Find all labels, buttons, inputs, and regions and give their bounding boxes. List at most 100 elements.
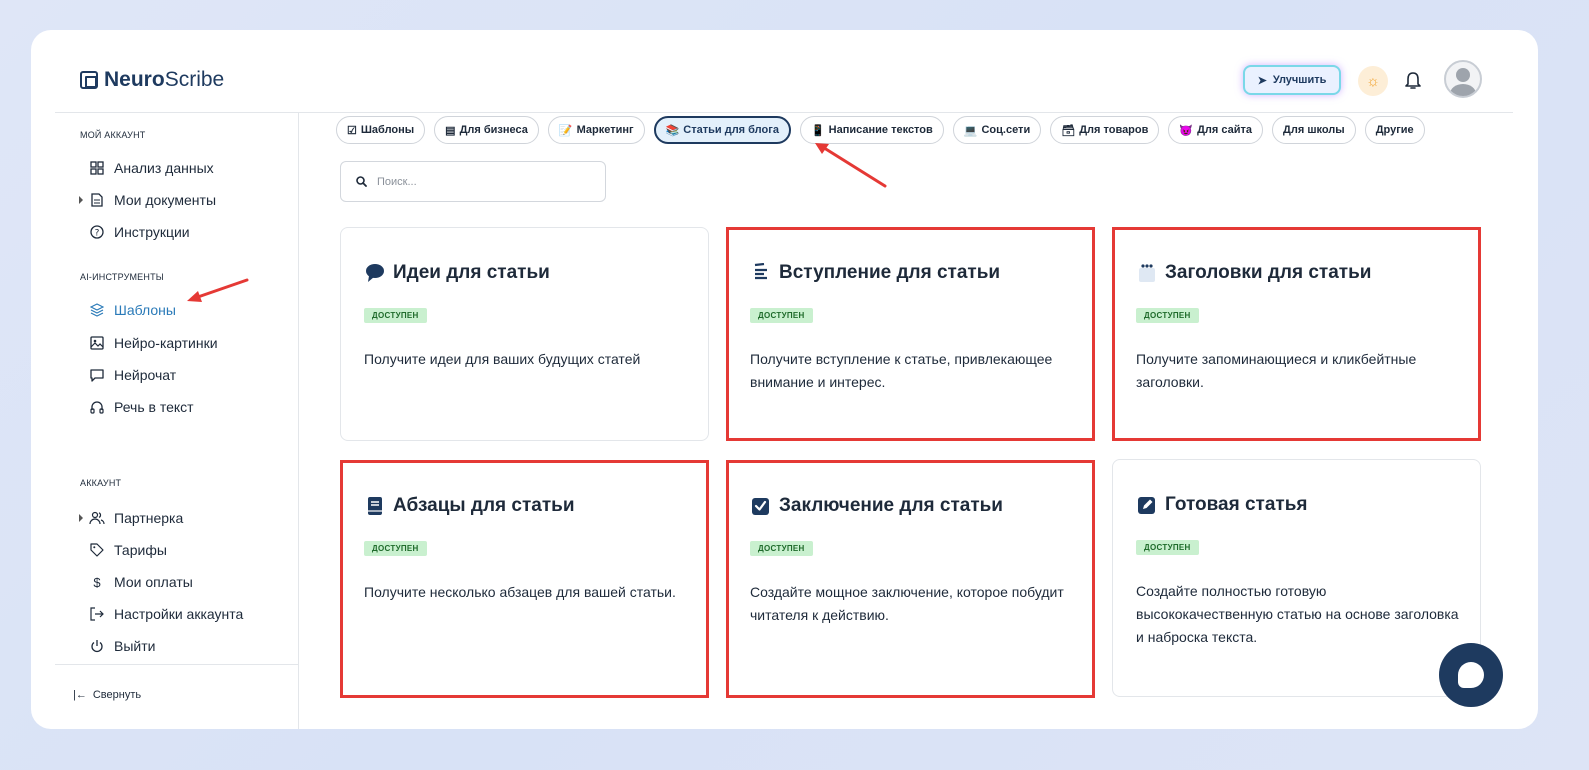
sidebar-item-label: Выйти [114, 638, 156, 654]
tab-label: Для бизнеса [459, 124, 528, 136]
sidebar-item-neuro-images[interactable]: Нейро-картинки [89, 333, 218, 353]
sidebar-item-logout[interactable]: Выйти [89, 636, 155, 656]
status-badge: ДОСТУПЕН [364, 541, 427, 556]
collapse-sidebar-button[interactable]: |← Свернуть [73, 689, 141, 701]
sidebar-item-label: Тарифы [114, 542, 167, 558]
tab-label: Для товаров [1079, 124, 1149, 136]
status-badge: ДОСТУПЕН [1136, 540, 1199, 555]
template-card-intro[interactable]: Вступление для статьи ДОСТУПЕН Получите … [726, 227, 1095, 441]
bell-icon [1405, 72, 1421, 89]
card-description: Получите вступление к статье, привлекающ… [750, 351, 1053, 390]
speech-bubble-icon [365, 263, 385, 283]
status-badge: ДОСТУПЕН [750, 541, 813, 556]
tab-marketing[interactable]: 📝 Маркетинг [547, 116, 645, 144]
logo-bold: Neuro [104, 68, 165, 91]
card-title: Абзацы для статьи [365, 495, 575, 517]
sidebar-item-label: Нейрочат [114, 367, 177, 383]
theme-toggle-button[interactable]: ☼ [1358, 66, 1388, 96]
tab-social[interactable]: 💻 Соц.сети [952, 116, 1042, 144]
card-title-text: Абзацы для статьи [393, 495, 575, 516]
login-icon [89, 606, 105, 622]
tab-label: Соц.сети [981, 124, 1031, 136]
checkbox-icon: ☑ [347, 124, 357, 137]
search-box[interactable] [340, 161, 606, 202]
annotation-arrow-sidebar [187, 278, 249, 302]
sidebar-item-my-documents[interactable]: Мои документы [79, 190, 217, 210]
template-card-ideas[interactable]: Идеи для статьи ДОСТУПЕН Получите идеи д… [340, 227, 709, 441]
tab-school[interactable]: Для школы [1272, 116, 1356, 144]
sidebar-item-tariffs[interactable]: Тарифы [89, 540, 167, 560]
caret-right-icon [79, 196, 83, 204]
upgrade-button[interactable]: ➤ Улучшить [1243, 65, 1341, 95]
tag-icon [89, 542, 105, 558]
image-icon [89, 335, 105, 351]
sidebar-item-label: Нейро-картинки [114, 335, 218, 351]
sidebar-item-label: Партнерка [114, 510, 184, 526]
search-icon [356, 176, 367, 187]
sidebar-item-partner[interactable]: Партнерка [79, 508, 184, 528]
sidebar-item-instructions[interactable]: ? Инструкции [89, 222, 190, 242]
tab-label: Шаблоны [360, 124, 415, 136]
app-window: Neuro Scribe ➤ Улучшить ☼ МОЙ АККАУНТ Ана… [31, 30, 1538, 729]
sidebar-item-account-settings[interactable]: Настройки аккаунта [89, 604, 243, 624]
help-circle-icon: ? [89, 224, 105, 240]
tab-templates[interactable]: ☑ Шаблоны [336, 116, 426, 144]
text-lines-icon [751, 263, 771, 283]
tab-website[interactable]: 😈 Для сайта [1168, 116, 1264, 144]
template-card-conclusion[interactable]: Заключение для статьи ДОСТУПЕН Создайте … [726, 460, 1095, 698]
tab-business[interactable]: ▤ Для бизнеса [434, 116, 539, 144]
svg-text:?: ? [95, 229, 100, 239]
tab-blog-articles[interactable]: 📚 Статьи для блога [653, 116, 791, 144]
tab-label: Маркетинг [576, 124, 634, 136]
tab-label: Написание текстов [828, 124, 933, 136]
notifications-button[interactable] [1400, 68, 1426, 94]
template-card-full-article[interactable]: Готовая статья ДОСТУПЕН Создайте полност… [1112, 459, 1481, 697]
card-box-icon: 🗃 [1061, 124, 1076, 137]
tab-label: Статьи для блога [683, 124, 779, 136]
memo-icon: 📝 [558, 124, 573, 137]
template-card-headlines[interactable]: Заголовки для статьи ДОСТУПЕН Получите з… [1112, 227, 1481, 441]
search-input[interactable] [377, 175, 577, 188]
sidebar-item-speech-to-text[interactable]: Речь в текст [89, 397, 194, 417]
card-title-text: Готовая статья [1165, 494, 1308, 515]
sidebar-item-neurochat[interactable]: Нейрочат [89, 365, 176, 385]
book-icon [365, 496, 385, 516]
card-description: Создайте полностью готовую высококачеств… [1136, 583, 1459, 645]
laptop-icon: 💻 [963, 124, 978, 137]
sidebar-item-data-analysis[interactable]: Анализ данных [89, 158, 214, 178]
card-description: Получите запоминающиеся и кликбейтные за… [1136, 351, 1417, 390]
status-badge: ДОСТУПЕН [750, 308, 813, 323]
tab-label: Для школы [1283, 124, 1345, 136]
sidebar-item-templates[interactable]: Шаблоны [89, 300, 176, 320]
sidebar-divider [55, 664, 299, 665]
sidebar-item-label: Инструкции [114, 224, 190, 240]
section-title-ai-tools: AI-ИНСТРУМЕНТЫ [80, 272, 164, 282]
sun-icon: ☼ [1366, 72, 1380, 90]
grid-icon [89, 160, 105, 176]
template-card-paragraphs[interactable]: Абзацы для статьи ДОСТУПЕН Получите неск… [340, 460, 709, 698]
edit-icon [1137, 495, 1157, 515]
chat-bubble-icon [1458, 662, 1484, 688]
card-description: Создайте мощное заключение, которое побу… [750, 584, 1064, 623]
card-title-text: Вступление для статьи [779, 262, 1001, 283]
tab-label: Другие [1375, 124, 1414, 136]
card-title: Вступление для статьи [751, 262, 1000, 284]
sidebar-item-my-payments[interactable]: $ Мои оплаты [89, 572, 192, 592]
status-badge: ДОСТУПЕН [364, 308, 427, 323]
document-icon [89, 192, 105, 208]
section-title-account: АККАУНТ [80, 478, 122, 488]
calendar-icon: ▤ [445, 124, 456, 137]
collapse-icon: |← [73, 689, 87, 701]
sidebar-item-label: Мои документы [114, 192, 217, 208]
upgrade-label: Улучшить [1272, 74, 1327, 86]
support-chat-button[interactable] [1439, 643, 1503, 707]
status-badge: ДОСТУПЕН [1136, 308, 1199, 323]
caret-right-icon [79, 514, 83, 522]
user-avatar[interactable] [1444, 60, 1482, 98]
books-icon: 📚 [665, 124, 680, 137]
section-title-my-account: МОЙ АККАУНТ [80, 130, 146, 140]
tab-other[interactable]: Другие [1364, 116, 1425, 144]
tab-products[interactable]: 🗃 Для товаров [1050, 116, 1160, 144]
card-title-text: Заголовки для статьи [1165, 262, 1372, 283]
app-logo[interactable]: Neuro Scribe [80, 68, 224, 92]
